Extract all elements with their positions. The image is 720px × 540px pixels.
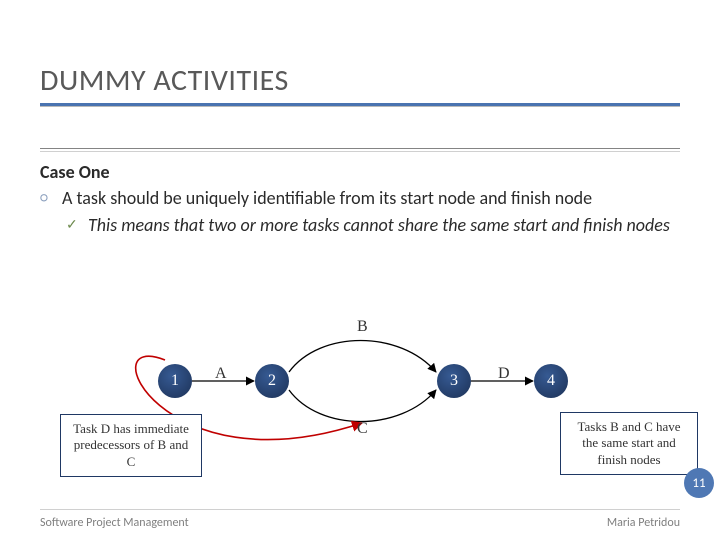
bullet1-text: A task should be uniquely identifiable f… — [62, 186, 592, 210]
label-C: C — [357, 420, 368, 438]
title-block: DUMMY ACTIVITIES — [40, 62, 680, 107]
content-top-rule — [40, 148, 680, 152]
case-header: Case One — [40, 160, 680, 184]
label-A: A — [215, 365, 227, 383]
bullet-level2: ✓ This means that two or more tasks cann… — [66, 213, 680, 237]
edge-B — [289, 341, 436, 373]
footer-right: Maria Petridou — [607, 516, 680, 530]
bullet-marker-circle-icon: ○ — [40, 186, 62, 210]
bullet2-text: This means that two or more tasks cannot… — [88, 213, 670, 237]
edge-C — [289, 390, 436, 422]
callout-left: Task D has immediate predecessors of B a… — [60, 414, 202, 477]
callout-right: Tasks B and C have the same start and fi… — [560, 412, 698, 475]
bullet-level1: ○ A task should be uniquely identifiable… — [40, 186, 680, 210]
node-4: 4 — [534, 364, 568, 398]
slide-title: DUMMY ACTIVITIES — [40, 62, 680, 99]
footer-rule — [40, 509, 680, 510]
label-B: B — [357, 318, 368, 336]
bullet-marker-check-icon: ✓ — [66, 213, 88, 237]
diagram-svg — [0, 310, 720, 510]
page-number-badge: 11 — [684, 468, 714, 498]
slide: DUMMY ACTIVITIES Case One ○ A task shoul… — [0, 0, 720, 540]
content-block: Case One ○ A task should be uniquely ide… — [40, 160, 680, 237]
footer-left: Software Project Management — [40, 516, 189, 530]
node-1: 1 — [158, 364, 192, 398]
node-3: 3 — [437, 364, 471, 398]
diagram: 1 2 3 4 A B C D Task D has immediate pre… — [0, 310, 720, 510]
title-underline-thin — [40, 106, 680, 107]
node-2: 2 — [255, 364, 289, 398]
label-D: D — [498, 365, 510, 383]
